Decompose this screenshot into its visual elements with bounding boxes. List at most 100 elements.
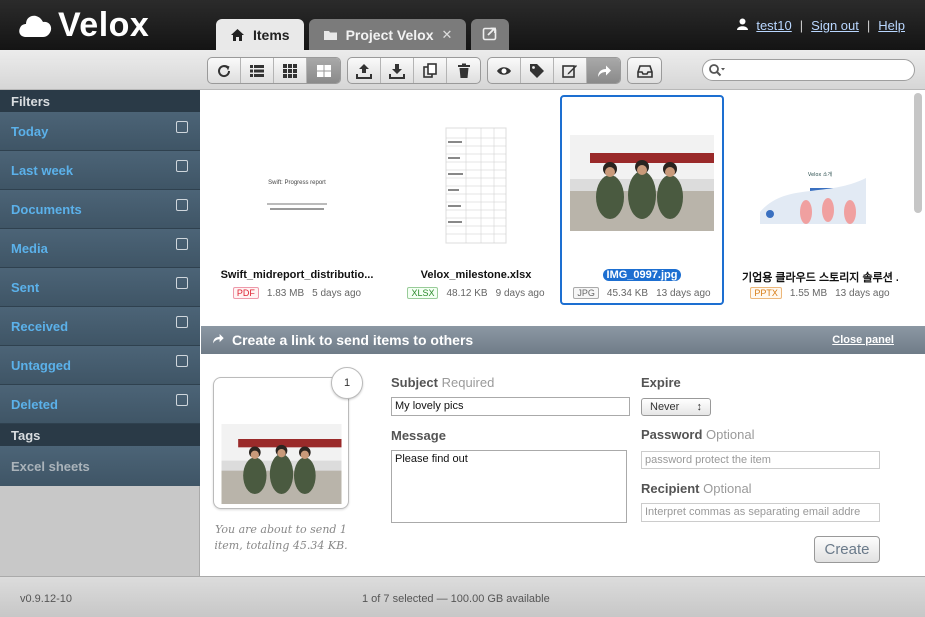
separator: | bbox=[866, 18, 871, 33]
sidebar-item-media[interactable]: Media bbox=[0, 229, 200, 268]
sidebar-item-today[interactable]: Today bbox=[0, 112, 200, 151]
refresh-icon bbox=[218, 64, 231, 77]
password-label: Password Optional bbox=[641, 427, 754, 442]
sidebar-empty-area bbox=[0, 486, 200, 576]
sidebar-item-received[interactable]: Received bbox=[0, 307, 200, 346]
share-panel-title: Create a link to send items to others bbox=[232, 332, 474, 348]
search-box[interactable] bbox=[702, 59, 915, 81]
item-card[interactable]: Swift: Progress report Swift_midreport_d… bbox=[215, 95, 379, 305]
item-card[interactable]: Velox 소개 기업용 클라우드 스토리지 솔루션 ... PPTX 1.55… bbox=[738, 95, 902, 305]
expire-select[interactable]: Never ↕ bbox=[641, 398, 711, 416]
tag-icon bbox=[530, 63, 544, 78]
tab-export[interactable] bbox=[471, 19, 510, 50]
close-tab-icon[interactable]: ✕ bbox=[442, 27, 453, 43]
sidebar-item-deleted[interactable]: Deleted bbox=[0, 385, 200, 424]
upload-button[interactable] bbox=[348, 58, 381, 83]
create-button[interactable]: Create bbox=[814, 536, 880, 563]
filter-checkbox[interactable] bbox=[176, 160, 188, 172]
sidebar-item-label: Sent bbox=[11, 279, 40, 295]
file-name[interactable]: 기업용 클라우드 스토리지 솔루션 ... bbox=[742, 269, 898, 285]
item-card-selected[interactable]: IMG_0997.jpg JPG 45.34 KB 13 days ago bbox=[560, 95, 724, 305]
expire-value: Never bbox=[650, 401, 680, 413]
file-name[interactable]: IMG_0997.jpg bbox=[564, 269, 720, 281]
share-arrow-icon bbox=[597, 65, 611, 77]
slide-title: Velox 소개 bbox=[808, 171, 833, 178]
cloud-icon bbox=[18, 13, 52, 39]
file-name[interactable]: Swift_midreport_distributio... bbox=[219, 269, 375, 281]
file-meta: PPTX 1.55 MB 13 days ago bbox=[740, 287, 900, 299]
inbox-button[interactable] bbox=[628, 58, 661, 83]
scrollbar[interactable] bbox=[914, 93, 922, 213]
items-grid: Swift: Progress report Swift_midreport_d… bbox=[201, 91, 925, 326]
item-card[interactable]: Velox_milestone.xlsx XLSX 48.12 KB 9 day… bbox=[394, 95, 558, 305]
send-summary: You are about to send 1 item, totaling 4… bbox=[214, 523, 348, 552]
copy-icon bbox=[423, 62, 437, 78]
filter-checkbox[interactable] bbox=[176, 238, 188, 250]
download-button[interactable] bbox=[381, 58, 414, 83]
item-buttons bbox=[487, 57, 621, 84]
sidebar-item-untagged[interactable]: Untagged bbox=[0, 346, 200, 385]
file-name[interactable]: Velox_milestone.xlsx bbox=[398, 269, 554, 281]
preview-button[interactable] bbox=[488, 58, 521, 83]
list-view-button[interactable] bbox=[241, 58, 274, 83]
sidebar-item-last-week[interactable]: Last week bbox=[0, 151, 200, 190]
signout-link[interactable]: Sign out bbox=[811, 18, 859, 33]
refresh-button[interactable] bbox=[208, 58, 241, 83]
recipient-label-text: Recipient bbox=[641, 481, 700, 496]
export-icon bbox=[482, 26, 498, 44]
filter-checkbox[interactable] bbox=[176, 316, 188, 328]
sidebar-item-label: Received bbox=[11, 318, 69, 334]
sidebar-item-documents[interactable]: Documents bbox=[0, 190, 200, 229]
status-bar: v0.9.12-10 1 of 7 selected — 100.00 GB a… bbox=[0, 576, 925, 617]
file-type-badge: PDF bbox=[232, 287, 259, 299]
username-link[interactable]: test10 bbox=[756, 18, 791, 33]
help-link[interactable]: Help bbox=[878, 18, 905, 33]
tag-button[interactable] bbox=[521, 58, 554, 83]
filter-checkbox[interactable] bbox=[176, 355, 188, 367]
selection-preview bbox=[213, 377, 349, 509]
filter-checkbox[interactable] bbox=[176, 121, 188, 133]
file-size: 45.34 KB bbox=[606, 287, 649, 299]
tags-heading: Tags bbox=[0, 424, 200, 446]
file-type-badge: XLSX bbox=[407, 287, 439, 299]
grid-view-button[interactable] bbox=[274, 58, 307, 83]
sidebar-item-sent[interactable]: Sent bbox=[0, 268, 200, 307]
file-meta: PDF 1.83 MB 5 days ago bbox=[217, 287, 377, 299]
message-textarea[interactable]: Please find out bbox=[391, 450, 627, 523]
edit-button[interactable] bbox=[554, 58, 587, 83]
filter-checkbox[interactable] bbox=[176, 277, 188, 289]
sidebar-item-label: Untagged bbox=[11, 357, 71, 373]
subject-input[interactable]: My lovely pics bbox=[391, 397, 630, 416]
selection-status: 1 of 7 selected — 100.00 GB available bbox=[362, 593, 550, 605]
tag-item-excel-sheets[interactable]: Excel sheets bbox=[0, 446, 200, 486]
large-grid-view-button[interactable] bbox=[307, 58, 340, 83]
home-icon bbox=[230, 28, 245, 42]
recipient-input[interactable]: Interpret commas as separating email add… bbox=[641, 503, 880, 522]
copy-button[interactable] bbox=[414, 58, 447, 83]
file-age: 5 days ago bbox=[312, 287, 362, 299]
file-size: 48.12 KB bbox=[446, 287, 488, 299]
subject-required-hint: Required bbox=[441, 375, 495, 390]
app-name: Velox bbox=[58, 6, 150, 44]
subject-label: Subject Required bbox=[391, 375, 494, 390]
password-input[interactable]: password protect the item bbox=[641, 451, 880, 469]
share-panel-header: Create a link to send items to others Cl… bbox=[201, 326, 925, 354]
app-logo[interactable]: Velox bbox=[18, 6, 149, 45]
file-meta: JPG 45.34 KB 13 days ago bbox=[562, 287, 722, 299]
close-panel-link[interactable]: Close panel bbox=[832, 334, 894, 346]
filter-checkbox[interactable] bbox=[176, 394, 188, 406]
tab-project-velox[interactable]: Project Velox ✕ bbox=[308, 19, 467, 50]
tab-items[interactable]: Items bbox=[216, 19, 304, 50]
pdf-thumbnail: Swift: Progress report bbox=[223, 103, 371, 263]
sidebar-item-label: Deleted bbox=[11, 396, 58, 412]
file-size: 1.55 MB bbox=[789, 287, 828, 299]
app-header: Velox Items Project Velox ✕ test10 | Sig bbox=[0, 0, 925, 50]
delete-button[interactable] bbox=[447, 58, 480, 83]
download-icon bbox=[389, 63, 405, 79]
inbox-icon bbox=[636, 64, 653, 78]
filter-checkbox[interactable] bbox=[176, 199, 188, 211]
share-button[interactable] bbox=[587, 58, 620, 83]
doc-title: Swift: Progress report bbox=[268, 180, 326, 186]
user-icon bbox=[737, 18, 749, 33]
file-buttons bbox=[347, 57, 481, 84]
